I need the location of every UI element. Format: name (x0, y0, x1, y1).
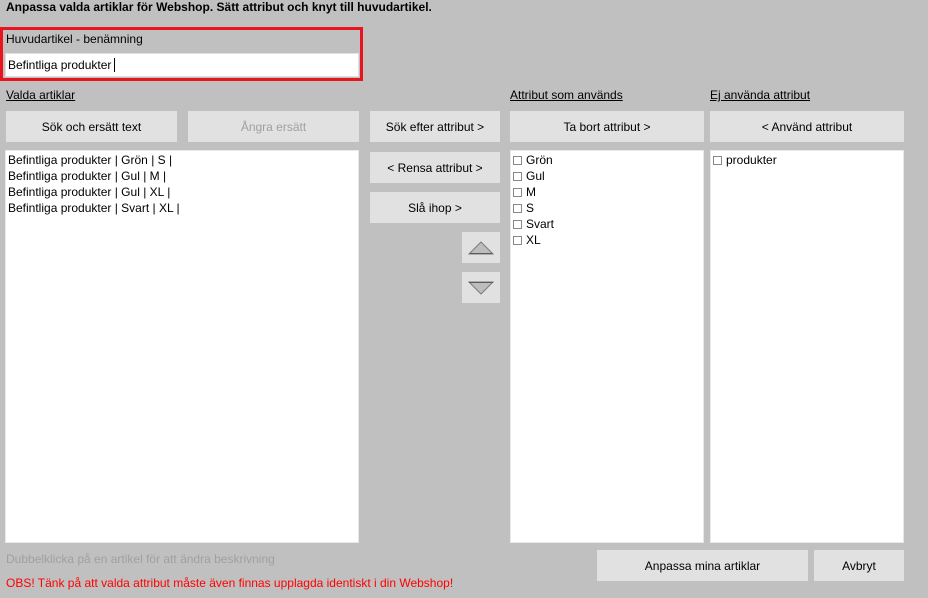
checkbox[interactable] (513, 171, 522, 181)
checkbox[interactable] (513, 235, 522, 245)
main-article-input[interactable]: Befintliga produkter (5, 53, 359, 77)
used-attribute-item[interactable]: XL (511, 232, 703, 248)
attribute-label: Grön (526, 153, 553, 167)
search-attributes-button[interactable]: Sök efter attribut > (370, 111, 500, 142)
used-attributes-label: Attribut som används (510, 88, 623, 102)
page-title: Anpassa valda artiklar för Webshop. Sätt… (6, 0, 432, 14)
move-up-button[interactable] (462, 232, 500, 263)
webshop-warning: OBS! Tänk på att valda attribut måste äv… (6, 576, 454, 590)
unused-attributes-label: Ej använda attribut (710, 88, 811, 102)
main-article-label: Huvudartikel - benämning (6, 32, 143, 46)
used-attribute-item[interactable]: Svart (511, 216, 703, 232)
attribute-label: S (526, 201, 535, 215)
customize-articles-button[interactable]: Anpassa mina artiklar (597, 550, 808, 581)
used-attribute-item[interactable]: M (511, 184, 703, 200)
checkbox[interactable] (713, 155, 722, 165)
unused-attributes-list[interactable]: produkter (710, 150, 904, 543)
used-attribute-item[interactable]: Gul (511, 168, 703, 184)
checkbox[interactable] (513, 187, 522, 197)
used-attributes-list[interactable]: Grön Gul M S Svart XL (510, 150, 704, 543)
main-article-input-value: Befintliga produkter (8, 58, 112, 72)
checkbox[interactable] (513, 203, 522, 213)
triangle-up-icon (468, 240, 494, 254)
undo-replace-button[interactable]: Ångra ersätt (188, 111, 359, 142)
used-attribute-item[interactable]: S (511, 200, 703, 216)
attribute-label: M (526, 185, 536, 199)
remove-attribute-button[interactable]: Ta bort attribut > (510, 111, 704, 142)
attribute-label: produkter (726, 153, 777, 167)
clear-attributes-button[interactable]: < Rensa attribut > (370, 152, 500, 183)
cancel-button[interactable]: Avbryt (814, 550, 904, 581)
attribute-label: Svart (526, 217, 555, 231)
list-item[interactable]: Befintliga produkter | Gul | XL | (6, 184, 358, 200)
move-down-button[interactable] (462, 272, 500, 303)
text-caret (114, 58, 116, 72)
checkbox[interactable] (513, 219, 522, 229)
search-replace-button[interactable]: Sök och ersätt text (6, 111, 177, 142)
triangle-down-icon (468, 281, 494, 295)
attribute-label: Gul (526, 169, 545, 183)
double-click-hint: Dubbelklicka på en artikel för att ändra… (6, 552, 275, 566)
selected-articles-label: Valda artiklar (6, 88, 76, 102)
merge-button[interactable]: Slå ihop > (370, 192, 500, 223)
list-item[interactable]: Befintliga produkter | Gul | M | (6, 168, 358, 184)
list-item[interactable]: Befintliga produkter | Svart | XL | (6, 200, 358, 216)
used-attribute-item[interactable]: Grön (511, 152, 703, 168)
selected-articles-list[interactable]: Befintliga produkter | Grön | S | Befint… (5, 150, 359, 543)
unused-attribute-item[interactable]: produkter (711, 152, 903, 168)
attribute-label: XL (526, 233, 541, 247)
use-attribute-button[interactable]: < Använd attribut (710, 111, 904, 142)
list-item[interactable]: Befintliga produkter | Grön | S | (6, 152, 358, 168)
checkbox[interactable] (513, 155, 522, 165)
